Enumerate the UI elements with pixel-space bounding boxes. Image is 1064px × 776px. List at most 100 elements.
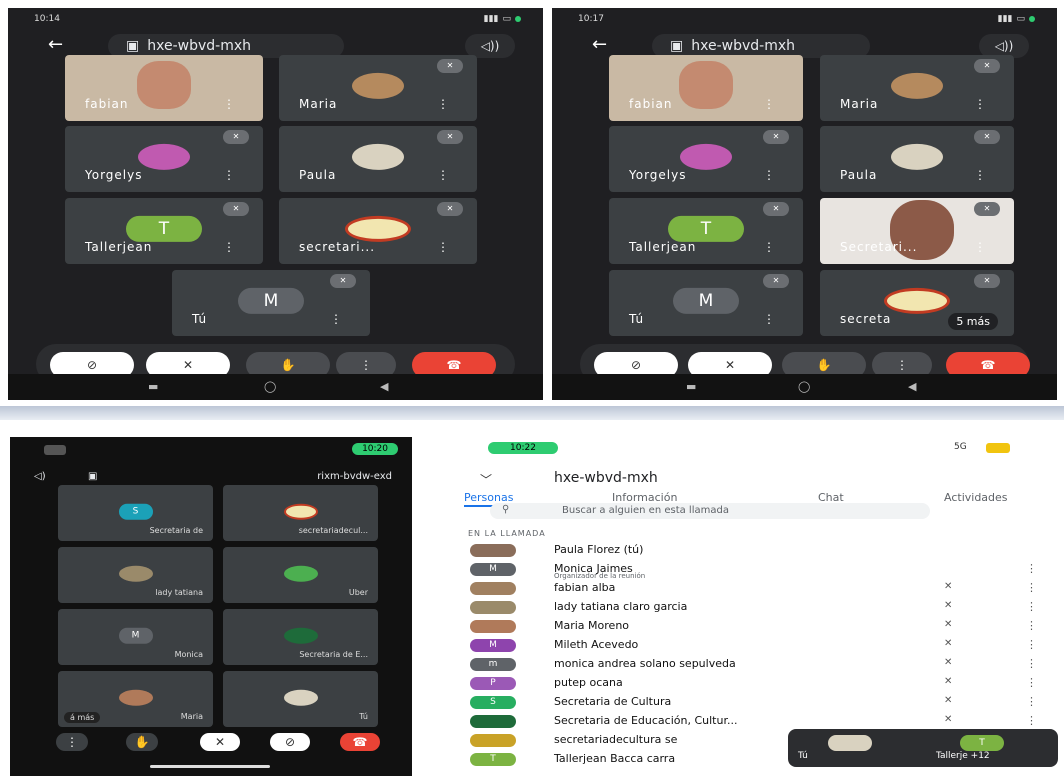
home-icon[interactable]: ◯ — [264, 380, 276, 393]
more-vert-icon[interactable]: ⋮ — [223, 240, 235, 254]
speaker-icon[interactable]: ◁) — [34, 471, 46, 482]
more-participants-badge[interactable]: á más — [64, 712, 101, 723]
tile-fabian[interactable]: fabian ⋮ — [609, 55, 803, 121]
search-input[interactable]: Buscar a alguien en esta llamada — [562, 505, 729, 516]
tile-name: Paula — [840, 168, 878, 182]
mic-off-icon: ✕ — [944, 695, 953, 706]
more-vert-icon[interactable]: ⋮ — [437, 240, 449, 254]
tile-secreta-more[interactable]: ✕ secreta 5 más — [820, 270, 1014, 336]
more-vert-icon[interactable]: ⋮ — [763, 312, 775, 326]
more-options-button[interactable]: ⋮ — [56, 733, 88, 751]
recents-icon[interactable]: ▬ — [686, 380, 696, 393]
search-box[interactable]: ⚲ Buscar a alguien en esta llamada — [490, 503, 930, 519]
more-vert-icon[interactable]: ⋮ — [223, 168, 235, 182]
tile-secretaria-video[interactable]: ✕ Secretari... ⋮ — [820, 198, 1014, 264]
more-vert-icon[interactable]: ⋮ — [1026, 657, 1037, 670]
tile-tallerjean[interactable]: ✕ T Tallerjean ⋮ — [609, 198, 803, 264]
more-vert-icon[interactable]: ⋮ — [974, 240, 986, 254]
participant-avatar: m — [470, 658, 516, 671]
tile-lady-tatiana[interactable]: lady tatiana — [58, 547, 213, 603]
camera-icon: ▣ — [670, 38, 684, 54]
avatar — [891, 143, 943, 170]
phone-screenshot-2: 10:17 ▮▮▮ ▭ ← ▣ hxe-wbvd-mxh ◁)) fabian ⋮ ✕ … — [552, 8, 1057, 400]
more-vert-icon[interactable]: ⋮ — [974, 168, 986, 182]
more-vert-icon[interactable]: ⋮ — [223, 97, 235, 111]
tile-maria[interactable]: Maria á más — [58, 671, 213, 727]
tile-you[interactable]: Tú — [223, 671, 378, 727]
tile-you[interactable]: ✕ M Tú ⋮ — [172, 270, 370, 336]
camera-off-button[interactable]: ⊘ — [270, 733, 310, 751]
camera-icon[interactable]: ▣ — [88, 471, 97, 482]
tile-secretariadecul[interactable]: secretariadecul... — [223, 485, 378, 541]
tab-actividades[interactable]: Actividades — [944, 491, 1008, 504]
mini-self-view[interactable]: Tú T Tallerje +12 — [788, 729, 1058, 767]
tile-fabian[interactable]: fabian ⋮ — [65, 55, 263, 121]
participant-row[interactable]: Pputep ocana ✕ ⋮ — [434, 674, 1064, 693]
participant-row[interactable]: m monica andrea solano sepulveda ✕ ⋮ — [434, 655, 1064, 674]
recents-icon[interactable]: ▬ — [148, 380, 158, 393]
participant-avatar: P — [470, 677, 516, 690]
mini-other-label: Tallerje +12 — [936, 751, 990, 761]
tile-paula[interactable]: ✕ Paula ⋮ — [279, 126, 477, 192]
tile-name: Yorgelys — [629, 168, 687, 182]
participant-row[interactable]: Paula Florez (tú) — [434, 541, 1064, 560]
mic-off-icon: ✕ — [437, 59, 463, 73]
end-call-button[interactable]: ☎ — [340, 733, 380, 751]
battery-icon: ▭ — [1016, 14, 1025, 24]
participant-avatar — [470, 601, 516, 614]
more-vert-icon[interactable]: ⋮ — [437, 168, 449, 182]
tile-name: Monica — [174, 650, 203, 659]
more-vert-icon[interactable]: ⋮ — [1026, 562, 1037, 575]
more-vert-icon[interactable]: ⋮ — [1026, 581, 1037, 594]
raise-hand-button[interactable]: ✋ — [126, 733, 158, 751]
tile-secretaria-de[interactable]: S Secretaria de — [58, 485, 213, 541]
tile-secretaria-de-e[interactable]: Secretaria de E... — [223, 609, 378, 665]
chevron-down-icon[interactable]: ﹀ — [480, 471, 492, 488]
tile-secretaria[interactable]: ✕ secretari... ⋮ — [279, 198, 477, 264]
participant-row[interactable]: M Monica Jaimes Organizador de la reunión ⋮ — [434, 560, 1064, 580]
back-arrow-icon[interactable]: ← — [48, 34, 63, 55]
participant-row[interactable]: S Secretaria de Cultura ✕ ⋮ — [434, 693, 1064, 712]
mic-off-button[interactable]: ✕ — [200, 733, 240, 751]
logo-avatar — [884, 287, 950, 314]
back-arrow-icon[interactable]: ← — [592, 34, 607, 55]
tile-paula[interactable]: ✕ Paula ⋮ — [820, 126, 1014, 192]
tile-maria[interactable]: ✕ Maria ⋮ — [279, 55, 477, 121]
more-vert-icon[interactable]: ⋮ — [1026, 600, 1037, 613]
participant-row[interactable]: lady tatiana claro garcia ✕ ⋮ — [434, 598, 1064, 617]
more-vert-icon[interactable]: ⋮ — [1026, 676, 1037, 689]
tile-maria[interactable]: ✕ Maria ⋮ — [820, 55, 1014, 121]
tile-name: fabian — [629, 97, 673, 111]
more-vert-icon[interactable]: ⋮ — [1026, 619, 1037, 632]
call-controls: ⋮ ✋ ✕ ⊘ ☎ — [50, 733, 390, 755]
more-vert-icon[interactable]: ⋮ — [437, 97, 449, 111]
more-vert-icon[interactable]: ⋮ — [763, 168, 775, 182]
back-icon[interactable]: ◀ — [380, 380, 388, 393]
more-vert-icon[interactable]: ⋮ — [974, 97, 986, 111]
tile-yorgelys[interactable]: ✕ Yorgelys ⋮ — [609, 126, 803, 192]
participant-row[interactable]: M Mileth Acevedo ✕ ⋮ — [434, 636, 1064, 655]
back-icon[interactable]: ◀ — [908, 380, 916, 393]
search-icon: ⚲ — [502, 504, 510, 515]
participant-row[interactable]: fabian alba ✕ ⋮ — [434, 579, 1064, 598]
participant-row[interactable]: Maria Moreno ✕ ⋮ — [434, 617, 1064, 636]
tile-monica[interactable]: M Monica — [58, 609, 213, 665]
more-vert-icon[interactable]: ⋮ — [1026, 695, 1037, 708]
call-dot-icon — [1029, 16, 1035, 22]
tile-uber[interactable]: Uber — [223, 547, 378, 603]
tile-tallerjean[interactable]: ✕ T Tallerjean ⋮ — [65, 198, 263, 264]
signal-icon: ▮▮▮ — [997, 14, 1013, 24]
tile-you[interactable]: ✕ M Tú ⋮ — [609, 270, 803, 336]
home-icon[interactable]: ◯ — [798, 380, 810, 393]
tile-name: Secretaria de — [149, 526, 203, 535]
more-vert-icon[interactable]: ⋮ — [1026, 714, 1037, 727]
more-vert-icon[interactable]: ⋮ — [763, 97, 775, 111]
more-vert-icon[interactable]: ⋮ — [330, 312, 342, 326]
more-vert-icon[interactable]: ⋮ — [1026, 638, 1037, 651]
avatar — [352, 72, 404, 99]
more-participants-badge[interactable]: 5 más — [948, 313, 998, 330]
tile-name: Maria — [299, 97, 338, 111]
more-vert-icon[interactable]: ⋮ — [763, 240, 775, 254]
tile-yorgelys[interactable]: ✕ Yorgelys ⋮ — [65, 126, 263, 192]
tile-name: Tallerjean — [85, 240, 153, 254]
